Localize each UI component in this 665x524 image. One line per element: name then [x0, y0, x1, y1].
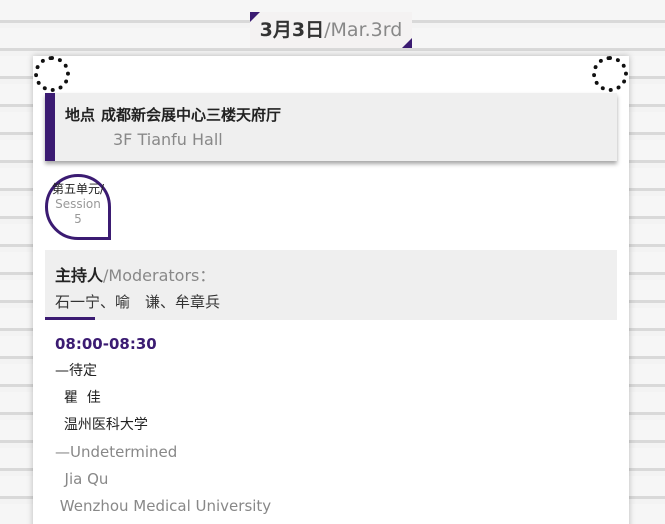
moderators-names: 石一宁、喻 谦、牟章兵	[55, 293, 221, 311]
speaker-cn: 瞿 佳	[55, 390, 101, 406]
session-text: 第五单元/ Session 5	[45, 182, 111, 227]
speaker-en: Jia Qu	[55, 470, 109, 488]
date-cn: 3月3日	[259, 19, 325, 41]
schedule-card: 地点 成都新会展中心三楼天府厅 3F Tianfu Hall 第五单元/ Sess…	[33, 56, 629, 524]
moderators-panel: 主持人/Moderators： 石一宁、喻 谦、牟章兵	[45, 250, 617, 320]
session-badge: 第五单元/ Session 5	[45, 174, 113, 240]
moderators-label-en: Moderators：	[108, 266, 216, 285]
topic-cn: —待定	[55, 363, 97, 379]
moderators-title: 主持人/Moderators：	[55, 262, 617, 286]
affiliation-en: Wenzhou Medical University	[55, 497, 272, 515]
session-en-line1: Session	[55, 197, 101, 211]
binder-hole-left-icon	[34, 56, 70, 92]
venue-name-en: 3F Tianfu Hall	[113, 130, 223, 149]
date-en: Mar.3rd	[330, 19, 403, 41]
session-cn: 第五单元/	[51, 182, 105, 196]
venue-panel: 地点 成都新会展中心三楼天府厅 3F Tianfu Hall	[45, 93, 617, 161]
venue-name-cn: 成都新会展中心三楼天府厅	[101, 106, 282, 124]
moderators-label-cn: 主持人	[55, 266, 104, 285]
session-en-line2: 5	[74, 212, 82, 226]
moderators-underline	[45, 317, 95, 320]
schedule-item: 08:00-08:30 —待定 瞿 佳 温州医科大学 —Undetermined…	[55, 334, 615, 523]
venue-cn-line: 地点 成都新会展中心三楼天府厅	[65, 104, 617, 125]
affiliation-cn: 温州医科大学	[55, 417, 148, 433]
binder-hole-right-icon	[592, 56, 628, 92]
topic-en: —Undetermined	[55, 443, 178, 461]
venue-label: 地点	[65, 106, 96, 124]
date-badge: 3月3日/Mar.3rd	[250, 12, 412, 48]
schedule-list: 08:00-08:30 —待定 瞿 佳 温州医科大学 —Undetermined…	[55, 334, 615, 523]
schedule-time: 08:00-08:30	[55, 335, 157, 353]
